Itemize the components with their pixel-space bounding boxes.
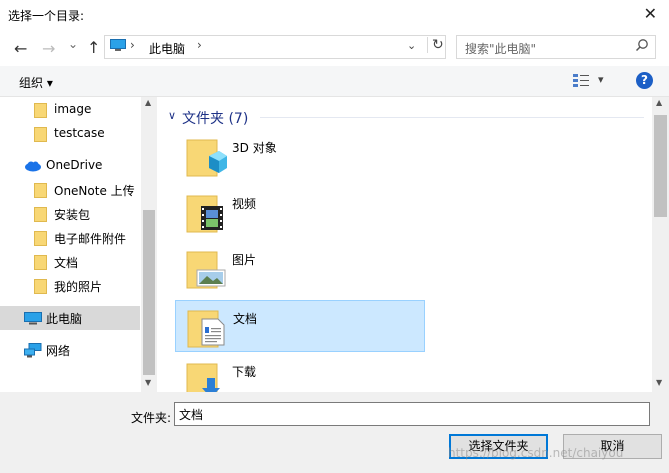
folder-tile-downloads[interactable]: 下载 xyxy=(175,354,425,392)
sidebar-item-installers[interactable]: 安装包 xyxy=(0,202,140,226)
chevron-down-icon[interactable]: ⌄ xyxy=(407,39,416,52)
folder-label: 下载 xyxy=(232,365,257,379)
folder-icon xyxy=(34,231,47,246)
folder-icon xyxy=(34,207,47,222)
sidebar-item-this-pc[interactable]: 此电脑 xyxy=(0,306,140,330)
sidebar-item-image[interactable]: image xyxy=(0,98,140,122)
group-header[interactable]: 文件夹 (7) xyxy=(182,108,248,128)
sidebar-item-label: testcase xyxy=(54,126,105,140)
video-folder-icon xyxy=(186,195,223,233)
chevron-right-icon[interactable]: › xyxy=(130,38,135,52)
sidebar-item-testcase[interactable]: testcase xyxy=(0,122,140,146)
sidebar-item-documents[interactable]: 文档 xyxy=(0,250,140,274)
folder-icon xyxy=(34,279,47,294)
folder-tile-documents[interactable]: 文档 xyxy=(175,300,425,352)
computer-icon xyxy=(110,39,126,51)
folder-icon xyxy=(34,103,47,118)
sidebar-item-onenote[interactable]: OneNote 上传 xyxy=(0,178,140,202)
folder-label: 图片 xyxy=(232,253,257,267)
folder-label: 3D 对象 xyxy=(232,141,277,155)
sidebar-item-label: 网络 xyxy=(46,344,71,358)
chevron-down-icon[interactable]: ∨ xyxy=(168,109,176,122)
sidebar-item-label: 文档 xyxy=(54,256,79,270)
search-input[interactable]: 搜索"此电脑" xyxy=(465,40,536,57)
chevron-down-icon[interactable]: ▾ xyxy=(598,73,604,86)
documents-folder-icon xyxy=(187,310,225,348)
folder-tile-3d-objects[interactable]: 3D 对象 xyxy=(175,130,425,182)
window-title: 选择一个目录: xyxy=(8,9,85,23)
view-options-icon[interactable] xyxy=(573,74,589,87)
folder-label: 视频 xyxy=(232,197,257,211)
sidebar-item-onedrive[interactable]: OneDrive xyxy=(0,154,140,178)
address-bar[interactable]: › 此电脑 › ⌄ ↻ xyxy=(104,35,446,59)
sidebar-item-label: 电子邮件附件 xyxy=(54,232,127,246)
sidebar-item-label: image xyxy=(54,102,92,116)
sidebar-item-email-attachments[interactable]: 电子邮件附件 xyxy=(0,226,140,250)
downloads-folder-icon xyxy=(186,363,220,392)
back-arrow-icon[interactable]: ← xyxy=(14,39,27,58)
group-divider xyxy=(260,117,644,118)
network-icon xyxy=(24,343,42,358)
sidebar-scrollbar-thumb[interactable] xyxy=(143,210,155,375)
pictures-folder-icon xyxy=(186,251,226,289)
up-arrow-icon[interactable]: ↑ xyxy=(87,38,100,57)
refresh-icon[interactable]: ↻ xyxy=(427,37,444,53)
scroll-down-icon[interactable]: ▼ xyxy=(145,378,151,387)
content-scrollbar-thumb[interactable] xyxy=(654,115,667,217)
search-icon[interactable] xyxy=(635,38,649,52)
help-icon[interactable]: ? xyxy=(636,72,653,89)
forward-arrow-icon[interactable]: → xyxy=(42,39,55,58)
folder-icon xyxy=(34,255,47,270)
search-box[interactable]: 搜索"此电脑" xyxy=(456,35,656,59)
folder-tile-pictures[interactable]: 图片 xyxy=(175,242,425,294)
watermark: https://blog.csdn.net/chaiyou xyxy=(448,446,624,460)
folder-tile-videos[interactable]: 视频 xyxy=(175,186,425,238)
scroll-up-icon[interactable]: ▲ xyxy=(145,98,151,107)
chevron-right-icon[interactable]: › xyxy=(197,38,202,52)
sidebar-item-my-photos[interactable]: 我的照片 xyxy=(0,274,140,298)
folder-icon xyxy=(34,127,47,142)
cube-folder-icon xyxy=(186,139,227,177)
organize-menu[interactable]: 组织 ▾ xyxy=(19,74,53,91)
cloud-icon xyxy=(25,161,41,172)
close-icon[interactable]: ✕ xyxy=(644,4,657,23)
sidebar-item-label: 安装包 xyxy=(54,208,91,222)
sidebar-item-network[interactable]: 网络 xyxy=(0,338,140,362)
sidebar-item-label: OneDrive xyxy=(46,158,103,172)
title-bar: 选择一个目录: ✕ xyxy=(0,0,669,30)
command-bar: 组织 ▾ ▾ xyxy=(0,66,669,97)
folder-field-label: 文件夹: xyxy=(131,411,172,425)
sidebar-item-label: OneNote 上传 xyxy=(54,184,135,198)
navigation-pane[interactable]: image testcase OneDrive OneNote 上传 安装包 电… xyxy=(0,97,157,392)
address-location[interactable]: 此电脑 xyxy=(149,40,185,57)
computer-icon xyxy=(24,312,42,325)
scroll-down-icon[interactable]: ▼ xyxy=(656,378,662,387)
folder-name-input[interactable] xyxy=(174,402,650,426)
scroll-up-icon[interactable]: ▲ xyxy=(656,98,662,107)
sidebar-item-label: 我的照片 xyxy=(54,280,103,294)
folder-icon xyxy=(34,183,47,198)
folder-label: 文档 xyxy=(233,312,258,326)
sidebar-item-label: 此电脑 xyxy=(46,312,83,326)
recent-locations-icon[interactable]: ⌄ xyxy=(68,37,78,51)
